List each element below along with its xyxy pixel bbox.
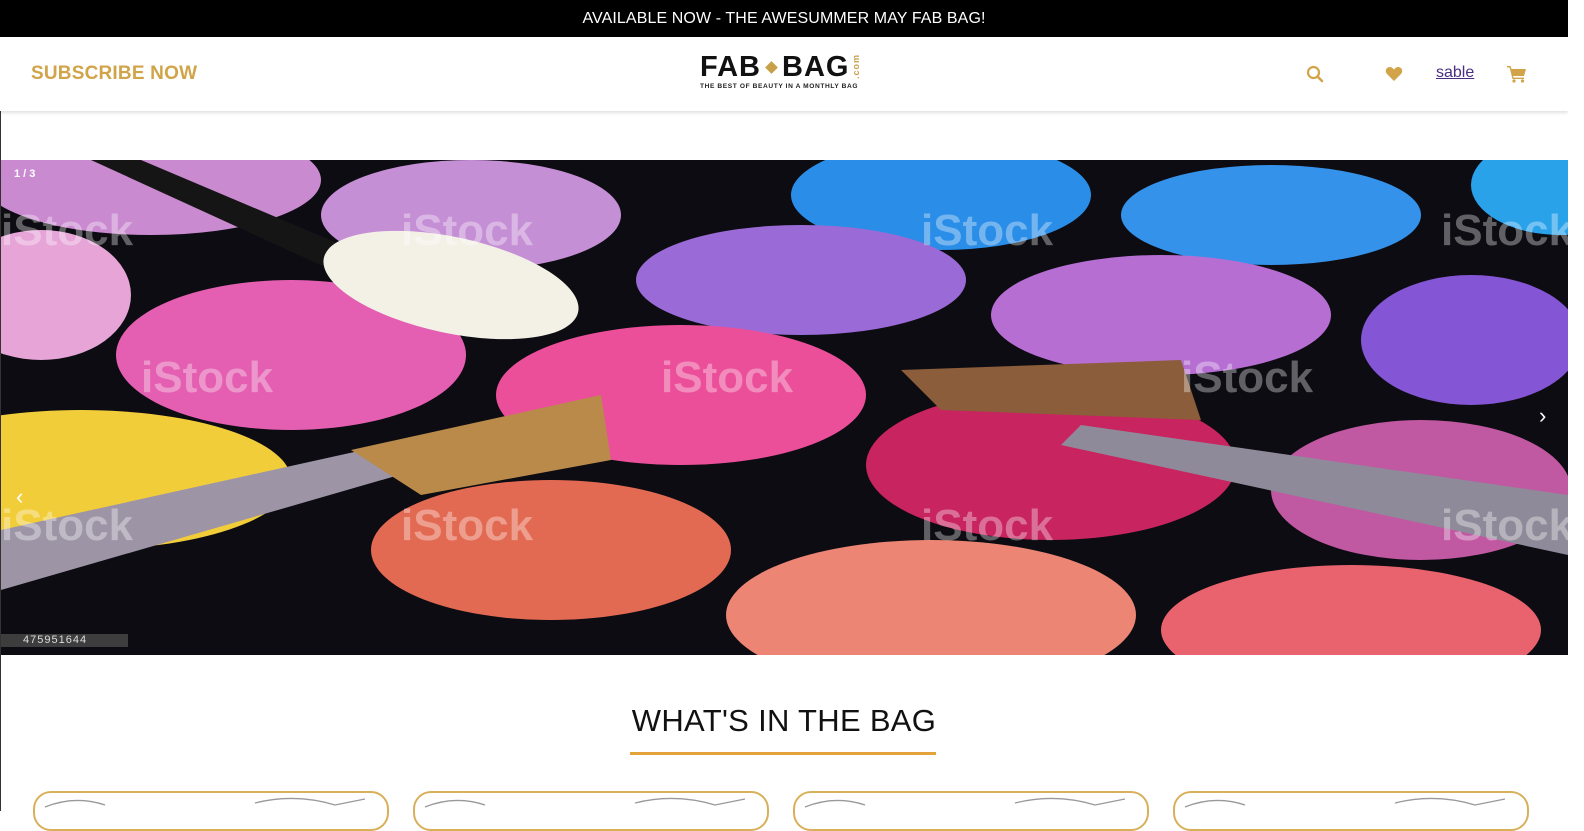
svg-text:iStock: iStock [1181, 353, 1314, 402]
svg-text:iStock: iStock [661, 353, 794, 402]
logo-tagline: THE BEST OF BEAUTY IN A MONTHLY BAG [700, 83, 859, 90]
svg-text:iStock: iStock [141, 353, 274, 402]
logo-suffix: .com [851, 54, 862, 80]
logo-bag: BAG [782, 51, 850, 83]
slide-counter: 1 / 3 [14, 168, 36, 180]
svg-text:iStock: iStock [921, 501, 1054, 550]
stock-image-id: 475951644 [1, 634, 128, 647]
product-card[interactable] [793, 791, 1149, 831]
fabbag-logo[interactable]: FAB BAG .com THE BEST OF BEAUTY IN A MON… [700, 52, 890, 94]
slider-next-button[interactable]: › [1539, 405, 1546, 427]
cart-icon[interactable] [1507, 65, 1527, 83]
logo-fab: FAB [700, 51, 761, 83]
announcement-bar: AVAILABLE NOW - THE AWESUMMER MAY FAB BA… [0, 0, 1568, 37]
section-title-underline [630, 752, 936, 755]
svg-text:iStock: iStock [401, 206, 534, 255]
product-card[interactable] [1173, 791, 1529, 831]
heart-icon[interactable] [1385, 66, 1403, 82]
slider-prev-button[interactable]: ‹ [16, 486, 23, 508]
card-illustration [1184, 797, 1506, 808]
product-card[interactable] [33, 791, 389, 831]
card-illustration [44, 797, 366, 808]
hero-slider: iStock iStock iStock iStock iStock iStoc… [1, 160, 1568, 655]
svg-text:iStock: iStock [921, 206, 1054, 255]
card-illustration [424, 797, 746, 808]
scrollbar-gutter [1568, 0, 1584, 811]
announcement-text: AVAILABLE NOW - THE AWESUMMER MAY FAB BA… [582, 9, 986, 27]
product-card[interactable] [413, 791, 769, 831]
card-illustration [804, 797, 1126, 808]
svg-text:iStock: iStock [1441, 206, 1568, 255]
logo-diamond-icon [765, 60, 778, 74]
logo-wordmark: FAB BAG .com [700, 52, 890, 82]
eyeshadow-palette-image: iStock iStock iStock iStock iStock iStoc… [1, 160, 1568, 655]
account-username-link[interactable]: sable [1436, 64, 1474, 82]
site-header: SUBSCRIBE NOW FAB BAG .com THE BEST OF B… [0, 37, 1568, 111]
search-icon[interactable] [1306, 65, 1324, 83]
subscribe-now-link[interactable]: SUBSCRIBE NOW [31, 63, 197, 85]
svg-text:iStock: iStock [401, 501, 534, 550]
svg-text:iStock: iStock [1, 206, 134, 255]
svg-text:iStock: iStock [1441, 501, 1568, 550]
section-title: WHAT'S IN THE BAG [631, 703, 937, 738]
